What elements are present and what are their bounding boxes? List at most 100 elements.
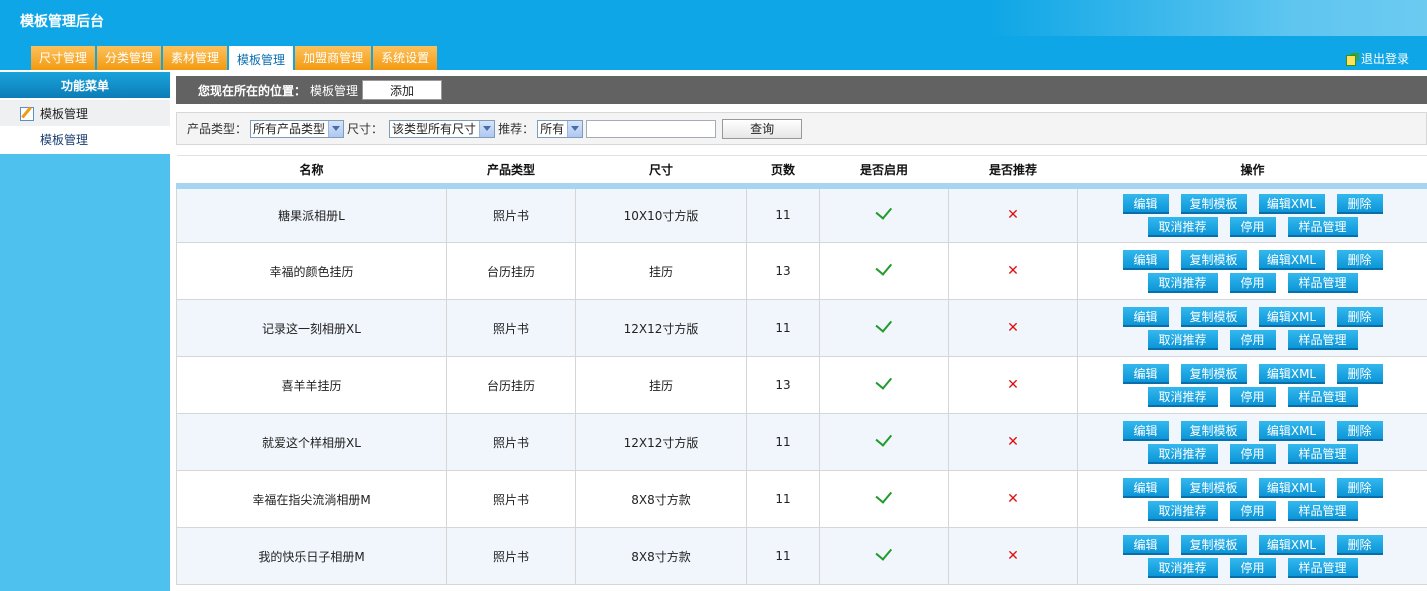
check-icon xyxy=(875,543,893,561)
edit-xml-button[interactable]: 编辑XML xyxy=(1258,249,1325,270)
unrecommend-button[interactable]: 取消推荐 xyxy=(1147,443,1218,464)
copy-template-button[interactable]: 复制模板 xyxy=(1180,477,1247,498)
tab-franchisee-management[interactable]: 加盟商管理 xyxy=(295,46,372,70)
disable-button[interactable]: 停用 xyxy=(1229,500,1276,521)
cell-product-type: 照片书 xyxy=(446,413,576,471)
cell-enabled xyxy=(819,356,949,414)
disable-button[interactable]: 停用 xyxy=(1229,443,1276,464)
cross-icon: ✕ xyxy=(1007,434,1019,450)
copy-template-button[interactable]: 复制模板 xyxy=(1180,249,1247,270)
tab-system-settings[interactable]: 系统设置 xyxy=(373,46,438,70)
size-value: 该类型所有尺寸 xyxy=(392,122,477,136)
edit-button[interactable]: 编辑 xyxy=(1122,363,1169,384)
action-row: 编辑 复制模板 编辑XML 删除 xyxy=(1122,249,1383,270)
keyword-input[interactable] xyxy=(586,119,717,138)
sidebar: 功能菜单 模板管理 模板管理 xyxy=(0,72,170,591)
cell-actions: 编辑 复制模板 编辑XML 删除取消推荐 停用 样品管理 xyxy=(1077,356,1427,414)
delete-button[interactable]: 删除 xyxy=(1336,477,1383,498)
sidebar-item-template-management[interactable]: 模板管理 xyxy=(0,127,170,154)
edit-button[interactable]: 编辑 xyxy=(1122,306,1169,327)
cell-product-type: 照片书 xyxy=(446,299,576,357)
cell-product-type: 台历挂历 xyxy=(446,242,576,300)
sample-management-button[interactable]: 样品管理 xyxy=(1287,329,1358,350)
tab-material-management[interactable]: 素材管理 xyxy=(163,46,228,70)
top-nav: 尺寸管理 分类管理 素材管理 模板管理 加盟商管理 系统设置 xyxy=(31,46,439,72)
cross-icon: ✕ xyxy=(1007,548,1019,564)
edit-button[interactable]: 编辑 xyxy=(1122,193,1169,214)
copy-template-button[interactable]: 复制模板 xyxy=(1180,420,1247,441)
cross-icon: ✕ xyxy=(1007,263,1019,279)
cell-actions: 编辑 复制模板 编辑XML 删除取消推荐 停用 样品管理 xyxy=(1077,185,1427,243)
delete-button[interactable]: 删除 xyxy=(1336,306,1383,327)
edit-xml-button[interactable]: 编辑XML xyxy=(1258,306,1325,327)
sample-management-button[interactable]: 样品管理 xyxy=(1287,272,1358,293)
cell-recommended: ✕ xyxy=(948,470,1078,528)
unrecommend-button[interactable]: 取消推荐 xyxy=(1147,216,1218,237)
size-select[interactable]: 该类型所有尺寸 xyxy=(389,119,496,138)
disable-button[interactable]: 停用 xyxy=(1229,329,1276,350)
product-type-select[interactable]: 所有产品类型 xyxy=(250,119,345,138)
edit-button[interactable]: 编辑 xyxy=(1122,534,1169,555)
cell-name: 幸福的颜色挂历 xyxy=(176,242,447,300)
cell-name: 喜羊羊挂历 xyxy=(176,356,447,414)
cell-enabled xyxy=(819,413,949,471)
delete-button[interactable]: 删除 xyxy=(1336,249,1383,270)
col-header-size: 尺寸 xyxy=(575,155,747,189)
table-row: 幸福的颜色挂历 台历挂历 挂历 13 ✕ 编辑 复制模板 编辑XML 删除 取消推荐 停用 样品管理 xyxy=(176,242,1427,300)
cell-actions: 编辑 复制模板 编辑XML 删除取消推荐 停用 样品管理 xyxy=(1077,413,1427,471)
copy-template-button[interactable]: 复制模板 xyxy=(1180,363,1247,384)
cell-pages: 11 xyxy=(746,185,820,243)
edit-xml-button[interactable]: 编辑XML xyxy=(1258,420,1325,441)
edit-button[interactable]: 编辑 xyxy=(1122,477,1169,498)
edit-xml-button[interactable]: 编辑XML xyxy=(1258,477,1325,498)
delete-button[interactable]: 删除 xyxy=(1336,534,1383,555)
disable-button[interactable]: 停用 xyxy=(1229,557,1276,578)
disable-button[interactable]: 停用 xyxy=(1229,216,1276,237)
chevron-down-icon xyxy=(479,120,495,137)
action-group: 编辑 复制模板 编辑XML 删除取消推荐 停用 样品管理 xyxy=(1078,363,1427,407)
cell-recommended: ✕ xyxy=(948,299,1078,357)
copy-template-button[interactable]: 复制模板 xyxy=(1180,193,1247,214)
cell-actions: 编辑 复制模板 编辑XML 删除取消推荐 停用 样品管理 xyxy=(1077,470,1427,528)
unrecommend-button[interactable]: 取消推荐 xyxy=(1147,557,1218,578)
tab-size-management[interactable]: 尺寸管理 xyxy=(31,46,96,70)
unrecommend-button[interactable]: 取消推荐 xyxy=(1147,329,1218,350)
cell-name: 就爱这个样相册XL xyxy=(176,413,447,471)
tab-template-management[interactable]: 模板管理 xyxy=(229,46,294,72)
edit-document-icon xyxy=(20,106,36,121)
cell-size: 挂历 xyxy=(575,242,747,300)
edit-button[interactable]: 编辑 xyxy=(1122,420,1169,441)
cell-size: 8X8寸方款 xyxy=(575,527,747,585)
cell-pages: 11 xyxy=(746,413,820,471)
unrecommend-button[interactable]: 取消推荐 xyxy=(1147,386,1218,407)
add-button[interactable]: 添加 xyxy=(362,80,443,100)
query-button[interactable]: 查询 xyxy=(722,118,803,139)
unrecommend-button[interactable]: 取消推荐 xyxy=(1147,272,1218,293)
sidebar-title: 功能菜单 xyxy=(0,72,170,100)
sidebar-group-template[interactable]: 模板管理 xyxy=(0,100,170,127)
cell-size: 12X12寸方版 xyxy=(575,299,747,357)
disable-button[interactable]: 停用 xyxy=(1229,386,1276,407)
delete-button[interactable]: 删除 xyxy=(1336,193,1383,214)
edit-button[interactable]: 编辑 xyxy=(1122,249,1169,270)
delete-button[interactable]: 删除 xyxy=(1336,363,1383,384)
copy-template-button[interactable]: 复制模板 xyxy=(1180,306,1247,327)
edit-xml-button[interactable]: 编辑XML xyxy=(1258,534,1325,555)
edit-xml-button[interactable]: 编辑XML xyxy=(1258,363,1325,384)
tab-category-management[interactable]: 分类管理 xyxy=(97,46,162,70)
sample-management-button[interactable]: 样品管理 xyxy=(1287,557,1358,578)
sample-management-button[interactable]: 样品管理 xyxy=(1287,386,1358,407)
delete-button[interactable]: 删除 xyxy=(1336,420,1383,441)
action-row: 编辑 复制模板 编辑XML 删除 xyxy=(1122,363,1383,384)
logout-link[interactable]: 退出登录 xyxy=(1345,50,1409,67)
unrecommend-button[interactable]: 取消推荐 xyxy=(1147,500,1218,521)
copy-template-button[interactable]: 复制模板 xyxy=(1180,534,1247,555)
sample-management-button[interactable]: 样品管理 xyxy=(1287,443,1358,464)
recommend-select[interactable]: 所有 xyxy=(537,119,584,138)
disable-button[interactable]: 停用 xyxy=(1229,272,1276,293)
sample-management-button[interactable]: 样品管理 xyxy=(1287,500,1358,521)
edit-xml-button[interactable]: 编辑XML xyxy=(1258,193,1325,214)
action-group: 编辑 复制模板 编辑XML 删除取消推荐 停用 样品管理 xyxy=(1078,477,1427,521)
check-icon xyxy=(875,202,893,220)
sample-management-button[interactable]: 样品管理 xyxy=(1287,216,1358,237)
